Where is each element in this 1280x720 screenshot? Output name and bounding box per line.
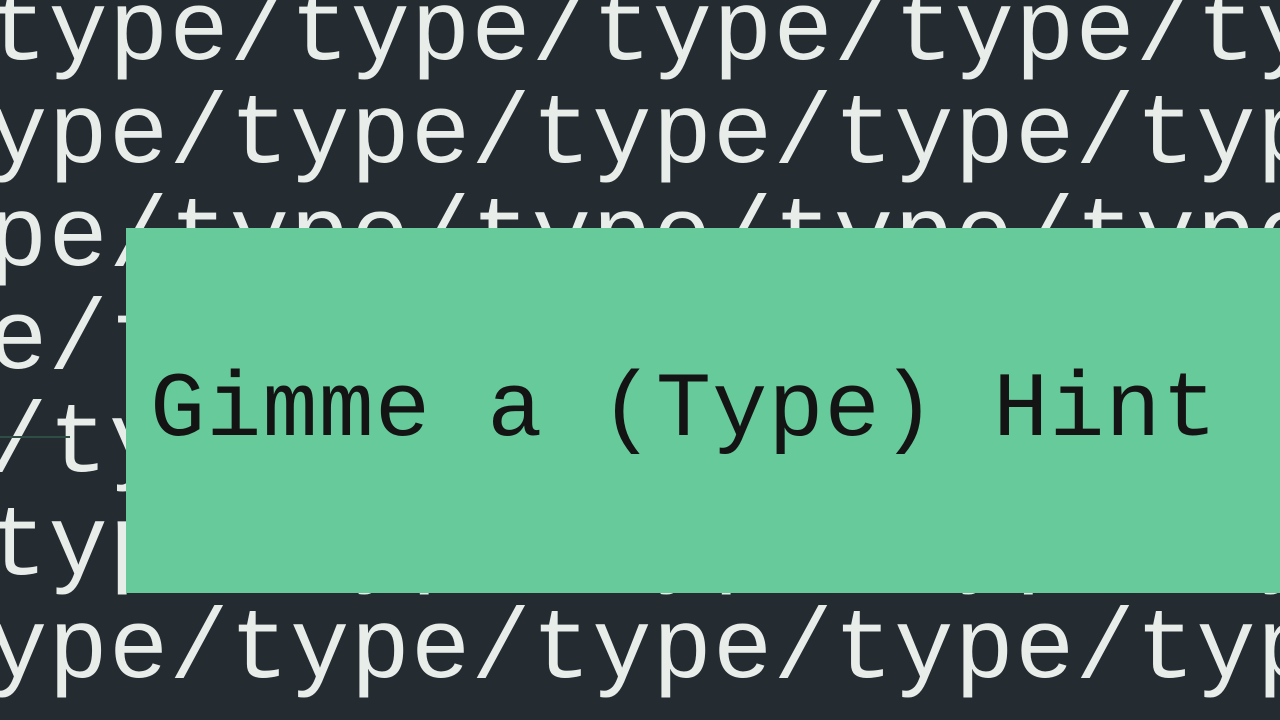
bg-line-1: type/type/type/type/type/	[0, 0, 1280, 89]
title-text: Gimme a (Type) Hint	[150, 358, 1218, 463]
left-underline-accent	[0, 436, 70, 438]
bg-line-7: ype/type/type/type/type/t	[0, 595, 1280, 707]
bg-line-2: ype/type/type/type/type/t	[0, 80, 1280, 192]
title-card: Gimme a (Type) Hint	[126, 228, 1280, 593]
graphic-stage: type/type/type/type/type/ ype/type/type/…	[0, 0, 1280, 720]
